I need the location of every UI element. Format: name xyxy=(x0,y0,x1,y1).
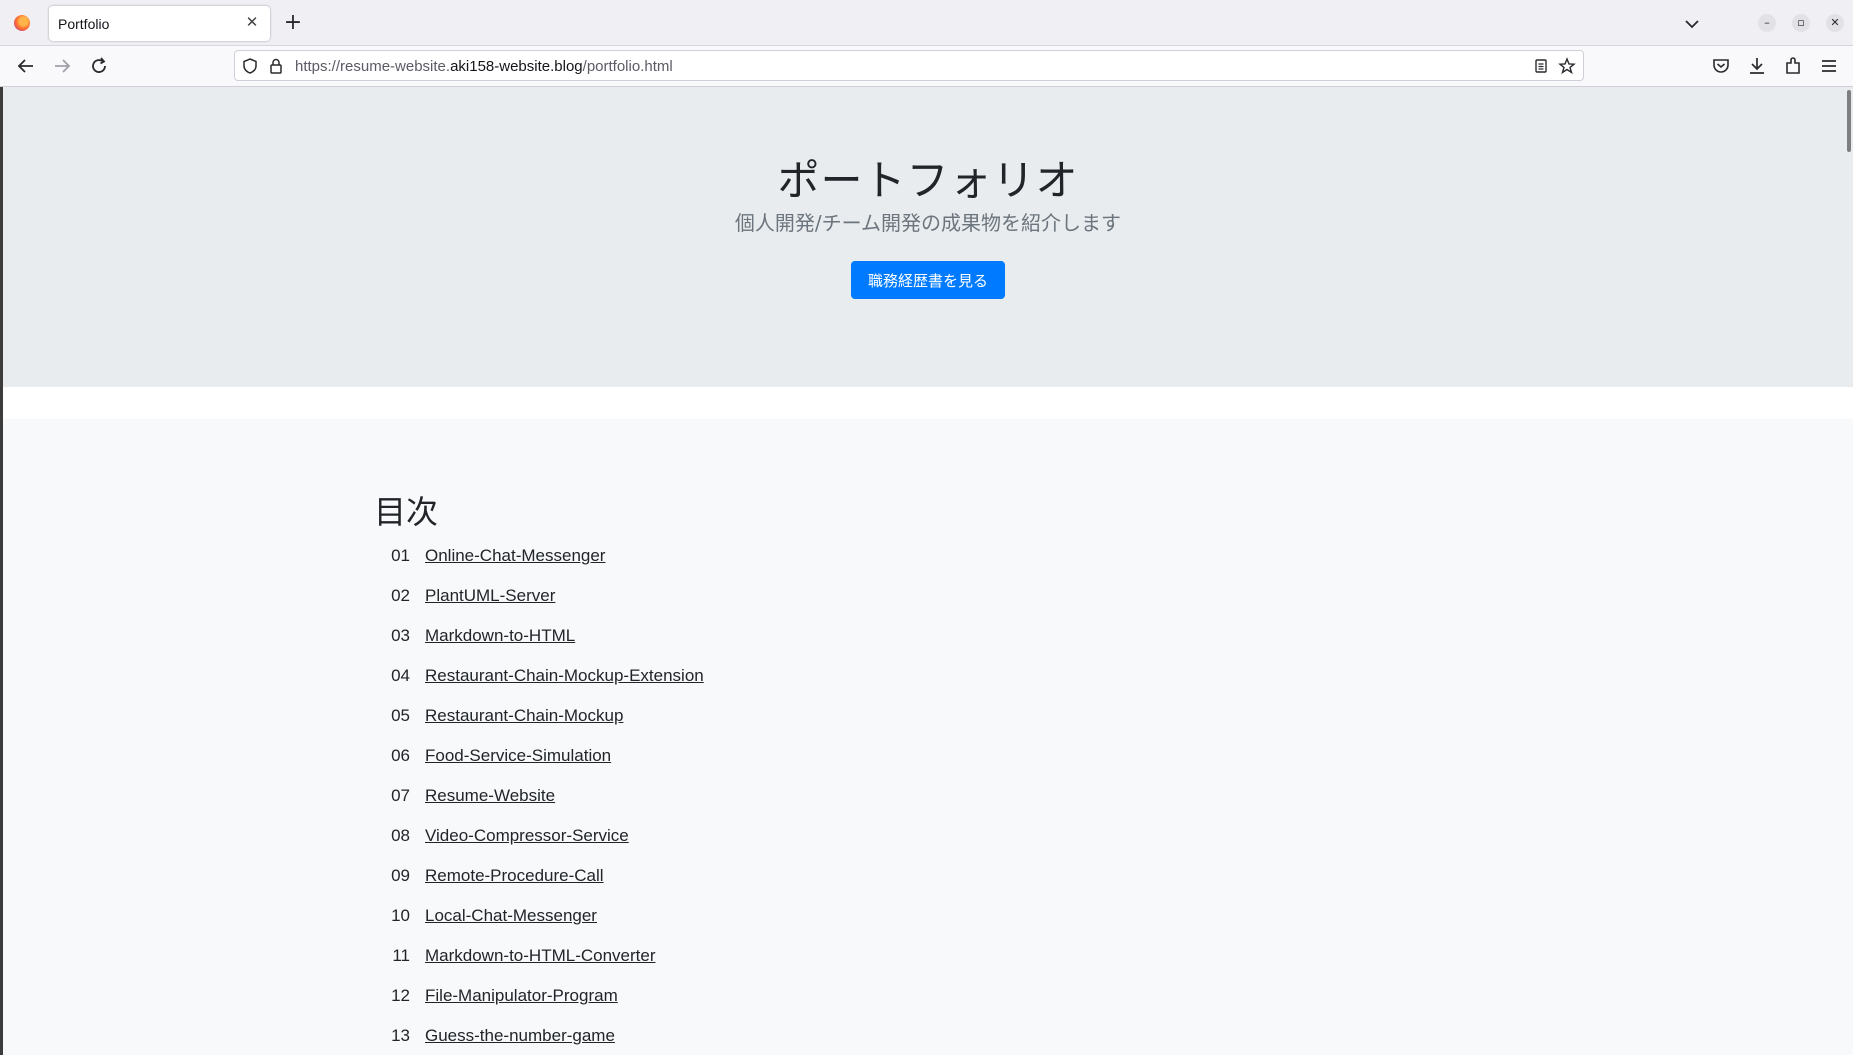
toc-item-link[interactable]: Local-Chat-Messenger xyxy=(425,906,597,926)
toc-item-link[interactable]: PlantUML-Server xyxy=(425,586,555,606)
hamburger-menu-icon[interactable] xyxy=(1817,54,1841,78)
close-icon[interactable]: ✕ xyxy=(242,12,262,32)
tab-title: Portfolio xyxy=(58,16,110,32)
lock-icon[interactable] xyxy=(267,57,285,75)
back-arrow-icon[interactable] xyxy=(14,54,38,78)
toc-item-number: 06 xyxy=(391,746,410,765)
toc-item-number: 13 xyxy=(391,1026,410,1045)
page-subtitle: 個人開発/チーム開発の成果物を紹介します xyxy=(734,211,1122,235)
hero-section: ポートフォリオ 個人開発/チーム開発の成果物を紹介します 職務経歴書を見る xyxy=(3,87,1853,387)
toc-item-link[interactable]: Guess-the-number-game xyxy=(425,1026,615,1046)
toc-item-link[interactable]: Food-Service-Simulation xyxy=(425,746,611,766)
toc-item-number: 11 xyxy=(392,946,410,965)
toc-item-link[interactable]: Restaurant-Chain-Mockup-Extension xyxy=(425,666,704,686)
toc-item-link[interactable]: Restaurant-Chain-Mockup xyxy=(425,706,623,726)
navigation-bar: https://resume-website.aki158-website.bl… xyxy=(0,46,1853,87)
toc-item-link[interactable]: Resume-Website xyxy=(425,786,555,806)
scrollbar-thumb[interactable] xyxy=(1847,90,1851,152)
reader-view-icon[interactable] xyxy=(1532,57,1550,75)
toc-item-number: 04 xyxy=(391,666,410,685)
bookmark-star-icon[interactable] xyxy=(1558,57,1576,75)
toc-item-number: 10 xyxy=(391,906,410,925)
toc-item-number: 02 xyxy=(391,586,410,605)
chevron-down-icon[interactable] xyxy=(1681,13,1703,35)
toc-item-link[interactable]: Markdown-to-HTML xyxy=(425,626,575,646)
tab-portfolio[interactable]: Portfolio ✕ xyxy=(49,6,270,41)
window-close-icon[interactable]: ✕ xyxy=(1826,14,1844,32)
page-content: ポートフォリオ 個人開発/チーム開発の成果物を紹介します 職務経歴書を見る 目次… xyxy=(3,87,1853,1055)
extensions-icon[interactable] xyxy=(1781,54,1805,78)
url-text[interactable]: https://resume-website.aki158-website.bl… xyxy=(295,58,673,75)
url-bar[interactable]: https://resume-website.aki158-website.bl… xyxy=(234,50,1584,81)
toc-item-link[interactable]: Video-Compressor-Service xyxy=(425,826,629,846)
restore-icon[interactable]: ▫ xyxy=(1792,14,1810,32)
pocket-icon[interactable] xyxy=(1709,54,1733,78)
download-icon[interactable] xyxy=(1745,54,1769,78)
toc-item-number: 03 xyxy=(391,626,410,645)
section-divider xyxy=(3,387,1853,419)
toc-item-link[interactable]: Remote-Procedure-Call xyxy=(425,866,604,886)
plus-icon[interactable]: + xyxy=(282,12,304,34)
minimize-icon[interactable]: – xyxy=(1758,14,1776,32)
toc-item-link[interactable]: File-Manipulator-Program xyxy=(425,986,618,1006)
toc-item-number: 12 xyxy=(391,986,410,1005)
toc-item-link[interactable]: Online-Chat-Messenger xyxy=(425,546,605,566)
tab-strip: Portfolio ✕ + – ▫ ✕ xyxy=(0,0,1853,46)
toc-item-number: 05 xyxy=(391,706,410,725)
toc-item-number: 09 xyxy=(391,866,410,885)
toc-item-number: 01 xyxy=(391,546,410,565)
shield-icon[interactable] xyxy=(241,57,259,75)
page-title: ポートフォリオ xyxy=(777,156,1079,205)
toc-heading: 目次 xyxy=(374,493,439,531)
view-resume-button[interactable]: 職務経歴書を見る xyxy=(851,261,1005,299)
toc-item-number: 07 xyxy=(391,786,410,805)
firefox-icon xyxy=(14,15,30,31)
reload-icon[interactable] xyxy=(87,54,111,78)
toc-item-number: 08 xyxy=(391,826,410,845)
toc-item-link[interactable]: Markdown-to-HTML-Converter xyxy=(425,946,656,966)
forward-arrow-icon[interactable] xyxy=(50,54,74,78)
